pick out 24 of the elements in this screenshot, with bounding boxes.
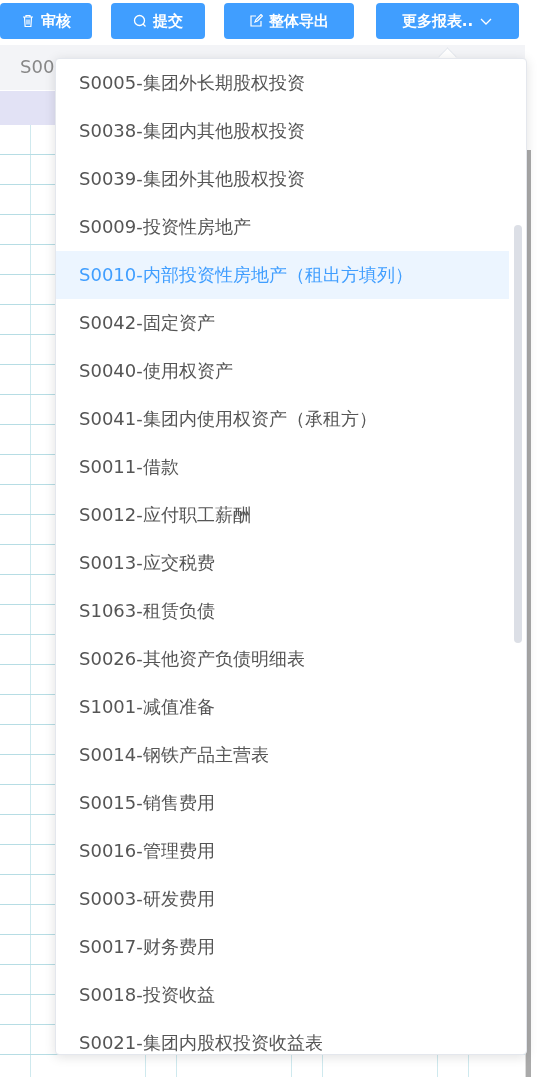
menu-item[interactable]: S0017-财务费用	[56, 923, 509, 971]
menu-item[interactable]: S0039-集团外其他股权投资	[56, 155, 509, 203]
menu-item[interactable]: S0011-借款	[56, 443, 509, 491]
menu-item[interactable]: S0040-使用权资产	[56, 347, 509, 395]
menu-item[interactable]: S0038-集团内其他股权投资	[56, 107, 509, 155]
scrollbar-thumb[interactable]	[514, 225, 522, 643]
menu-item[interactable]: S0026-其他资产负债明细表	[56, 635, 509, 683]
menu-item[interactable]: S0005-集团外长期股权投资	[56, 59, 509, 107]
menu-item[interactable]: S0021-集团内股权投资收益表	[56, 1019, 509, 1054]
menu-item[interactable]: S0013-应交税费	[56, 539, 509, 587]
menu-item[interactable]: S1001-减值准备	[56, 683, 509, 731]
menu-item[interactable]: S0018-投资收益	[56, 971, 509, 1019]
menu-item[interactable]: S0003-研发费用	[56, 875, 509, 923]
menu-item[interactable]: S0015-销售费用	[56, 779, 509, 827]
trash-icon	[21, 14, 35, 28]
menu-item[interactable]: S1063-租赁负债	[56, 587, 509, 635]
menu-item[interactable]: S0041-集团内使用权资产（承租方）	[56, 395, 509, 443]
menu-item[interactable]: S0042-固定资产	[56, 299, 509, 347]
menu-item[interactable]: S0016-管理费用	[56, 827, 509, 875]
menu-item[interactable]: S0009-投资性房地产	[56, 203, 509, 251]
edit-icon	[249, 14, 263, 28]
menu-item[interactable]: S0014-钢铁产品主营表	[56, 731, 509, 779]
search-icon	[133, 14, 147, 28]
menu-item[interactable]: S0012-应付职工薪酬	[56, 491, 509, 539]
